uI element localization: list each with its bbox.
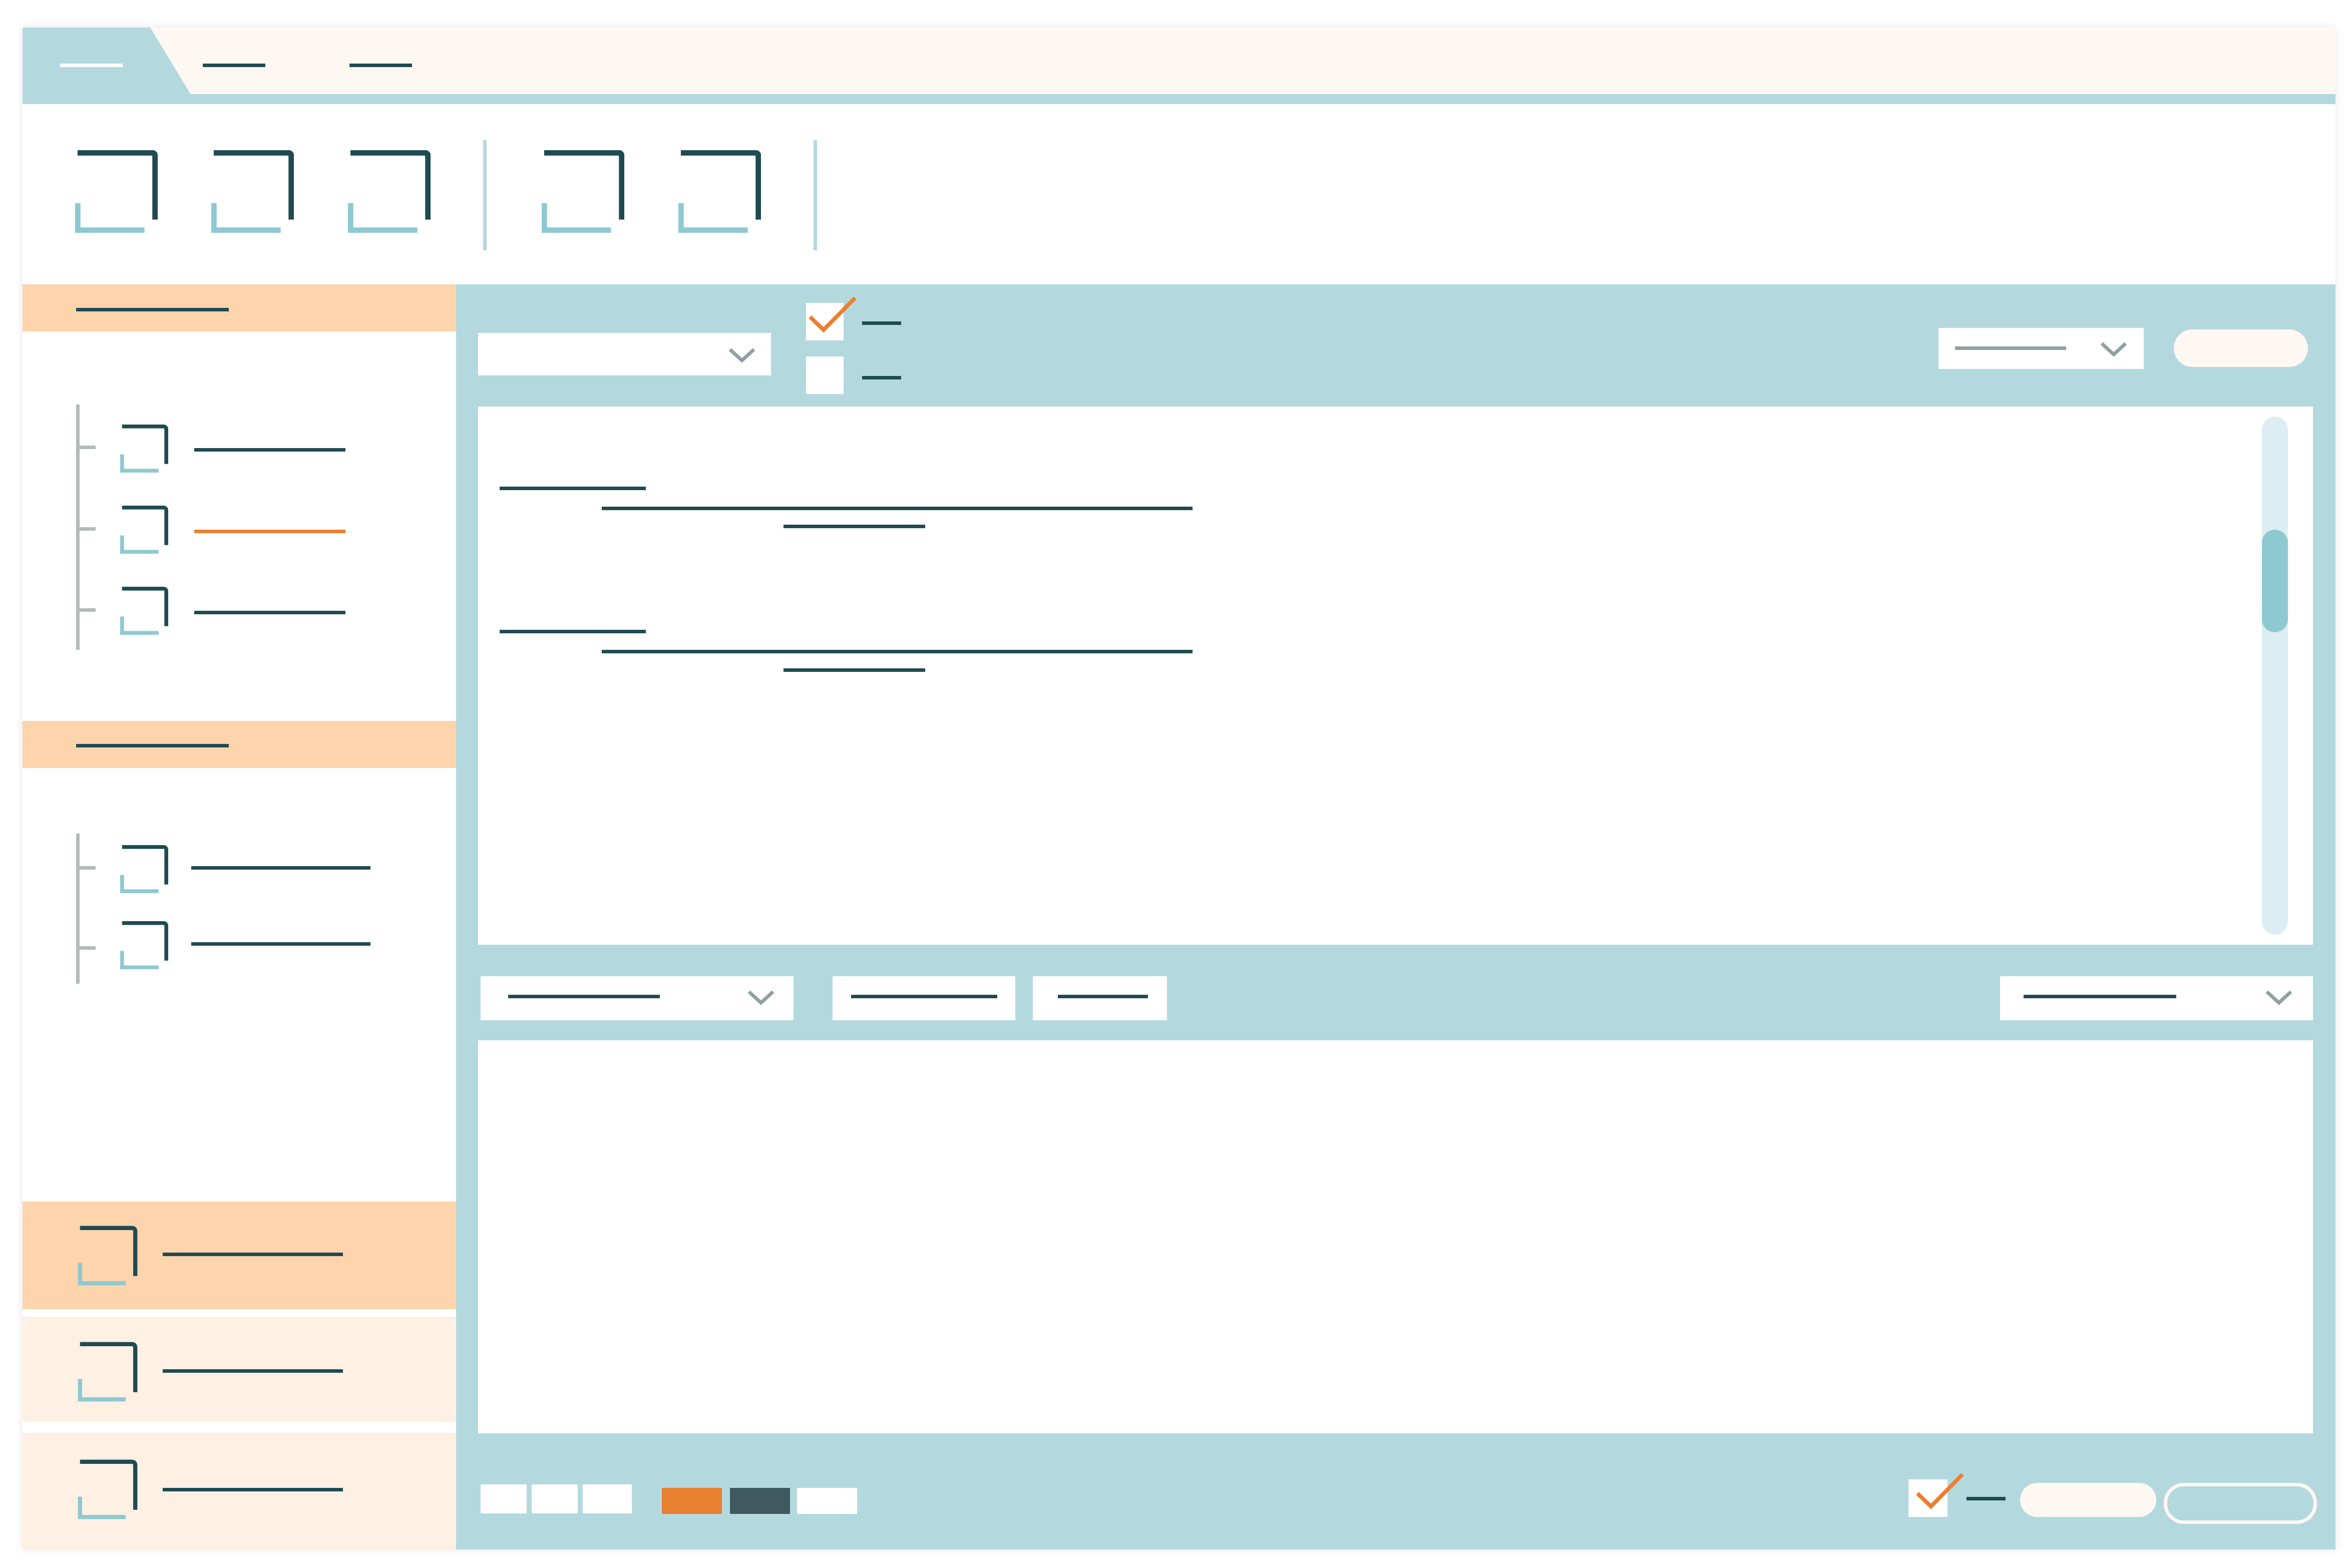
content-heading bbox=[500, 630, 646, 633]
checkmark-icon bbox=[1913, 1469, 1966, 1514]
folder-icon bbox=[120, 425, 168, 473]
pagination-button[interactable] bbox=[583, 1484, 632, 1513]
sidebar-section-title bbox=[76, 744, 229, 747]
filter-dropdown-value bbox=[2024, 995, 2176, 998]
chevron-down-icon bbox=[746, 989, 776, 1006]
sidebar-nav-label bbox=[163, 1369, 343, 1373]
color-swatch[interactable] bbox=[662, 1488, 722, 1514]
window-icon[interactable] bbox=[75, 150, 158, 233]
folder-icon bbox=[120, 506, 168, 554]
content-area bbox=[478, 407, 2313, 945]
window-icon[interactable] bbox=[211, 150, 294, 233]
filter-checkbox-label bbox=[862, 376, 901, 379]
detail-panel bbox=[478, 1040, 2313, 1433]
tree-branch bbox=[78, 946, 96, 950]
toolbar-button-label bbox=[851, 995, 997, 998]
chevron-down-icon bbox=[727, 346, 757, 363]
action-button[interactable] bbox=[2174, 329, 2308, 367]
tab-bar-border bbox=[23, 94, 2335, 104]
content-heading bbox=[500, 487, 646, 490]
window-icon bbox=[78, 1342, 138, 1402]
pagination-button[interactable] bbox=[481, 1484, 527, 1513]
sidebar-nav-label bbox=[163, 1253, 343, 1256]
window-icon[interactable] bbox=[348, 150, 431, 233]
tree-item-label-selected[interactable] bbox=[194, 530, 345, 533]
tab-active-label bbox=[60, 64, 123, 67]
sort-dropdown-value bbox=[1955, 346, 2066, 350]
tree-branch bbox=[78, 527, 96, 531]
color-swatch[interactable] bbox=[797, 1488, 857, 1514]
filter-checkbox-unchecked[interactable] bbox=[806, 356, 844, 394]
tab-3-label[interactable] bbox=[349, 64, 412, 67]
tree-item-label[interactable] bbox=[194, 611, 345, 614]
tree-branch bbox=[78, 866, 96, 870]
sidebar-section-title bbox=[76, 308, 229, 311]
chevron-down-icon bbox=[2264, 989, 2294, 1006]
checkmark-icon bbox=[806, 293, 859, 338]
folder-icon bbox=[120, 587, 168, 635]
tree-item-label[interactable] bbox=[191, 866, 370, 870]
folder-icon bbox=[120, 845, 168, 893]
toolbar-button-label bbox=[1058, 995, 1148, 998]
toolbar-separator bbox=[483, 140, 487, 250]
toolbar-button[interactable] bbox=[1033, 976, 1167, 1020]
folder-icon bbox=[120, 921, 168, 969]
content-line bbox=[783, 525, 925, 528]
footer-checkbox-label bbox=[1967, 1497, 2006, 1500]
window-icon[interactable] bbox=[542, 150, 624, 233]
tree-branch bbox=[78, 446, 96, 449]
color-swatch[interactable] bbox=[730, 1488, 790, 1514]
scrollbar-thumb[interactable] bbox=[2262, 530, 2288, 632]
tree-branch bbox=[78, 608, 96, 612]
pagination-button[interactable] bbox=[532, 1484, 578, 1513]
tree-item-label[interactable] bbox=[191, 942, 370, 946]
window-icon[interactable] bbox=[678, 150, 761, 233]
secondary-action-button[interactable] bbox=[2020, 1483, 2156, 1517]
content-line bbox=[602, 507, 1193, 510]
tree-item-label[interactable] bbox=[194, 448, 345, 452]
toolbar-button[interactable] bbox=[833, 976, 1015, 1020]
sidebar-nav-label bbox=[163, 1488, 343, 1491]
chevron-down-icon bbox=[2099, 340, 2129, 357]
primary-action-button[interactable] bbox=[2164, 1483, 2317, 1524]
content-line bbox=[602, 650, 1193, 653]
view-dropdown-value bbox=[508, 995, 660, 998]
tab-2-label[interactable] bbox=[203, 64, 265, 67]
window-icon bbox=[78, 1226, 138, 1286]
toolbar-separator bbox=[814, 140, 817, 250]
window-icon bbox=[78, 1459, 138, 1519]
scrollbar-track[interactable] bbox=[2262, 417, 2288, 935]
content-line bbox=[783, 668, 925, 672]
filter-checkbox-label bbox=[862, 321, 901, 325]
tree-connector bbox=[76, 834, 80, 984]
